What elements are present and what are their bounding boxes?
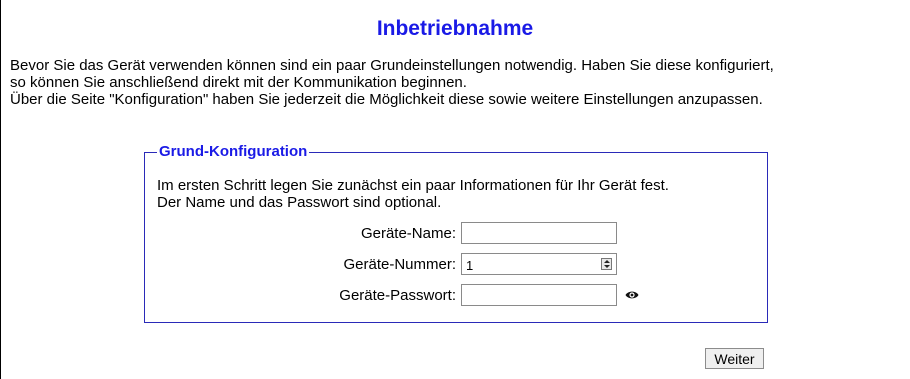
description-line: Der Name und das Passwort sind optional. bbox=[157, 194, 442, 211]
description-line: Im ersten Schritt legen Sie zunächst ein… bbox=[157, 177, 669, 194]
device-password-row: Geräte-Passwort: bbox=[144, 284, 768, 308]
intro-line: Bevor Sie das Gerät verwenden können sin… bbox=[10, 57, 774, 74]
device-name-input[interactable] bbox=[461, 222, 617, 244]
device-password-input[interactable] bbox=[461, 284, 617, 306]
spin-buttons-icon[interactable] bbox=[601, 258, 612, 270]
config-description: Im ersten Schritt legen Sie zunächst ein… bbox=[157, 177, 669, 211]
intro-line: Über die Seite "Konfiguration" haben Sie… bbox=[10, 91, 763, 108]
spin-down-icon[interactable] bbox=[604, 265, 610, 268]
spin-up-icon[interactable] bbox=[604, 260, 610, 263]
page-title: Inbetriebnahme bbox=[376, 17, 534, 40]
eye-icon[interactable] bbox=[625, 289, 639, 301]
device-number-row: Geräte-Nummer: 1 bbox=[144, 253, 768, 277]
next-button[interactable]: Weiter bbox=[705, 348, 764, 369]
device-password-label: Geräte-Passwort: bbox=[339, 287, 456, 304]
device-name-label: Geräte-Name: bbox=[360, 225, 456, 242]
device-name-row: Geräte-Name: bbox=[144, 222, 768, 246]
device-number-stepper[interactable]: 1 bbox=[461, 253, 617, 275]
device-number-value: 1 bbox=[466, 258, 474, 273]
intro-text: Bevor Sie das Gerät verwenden können sin… bbox=[10, 57, 905, 108]
device-number-label: Geräte-Nummer: bbox=[343, 256, 456, 273]
intro-line: so können Sie anschließend direkt mit de… bbox=[10, 74, 467, 91]
left-frame-border bbox=[0, 0, 1, 379]
fieldset-legend: Grund-Konfiguration bbox=[157, 143, 310, 160]
